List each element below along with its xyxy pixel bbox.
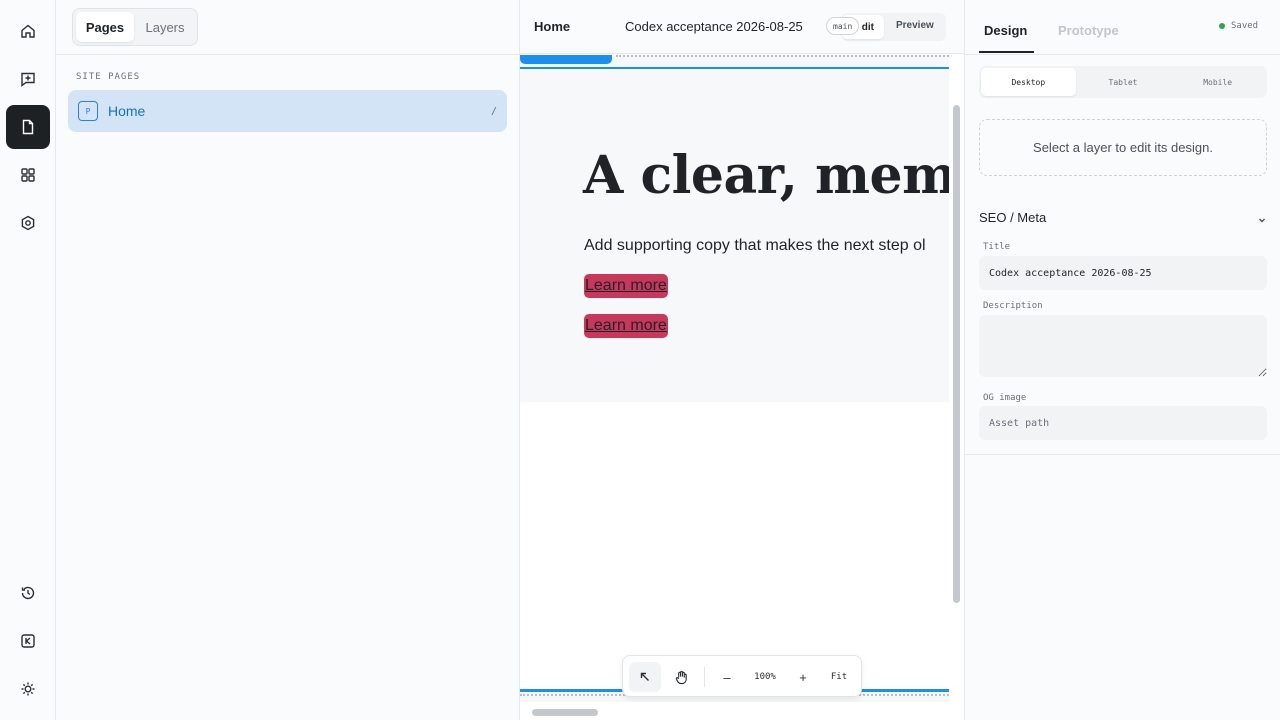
og-image-label: OG image <box>983 393 1027 403</box>
toolbar-separator <box>704 667 705 687</box>
zoom-out-button[interactable]: – <box>715 662 739 692</box>
save-status-text: Saved <box>1231 21 1259 31</box>
save-status: Saved <box>1219 21 1258 31</box>
inspector-divider <box>965 54 1280 55</box>
learn-more-button[interactable]: Learn more <box>584 274 668 298</box>
page-row-home[interactable]: P Home / <box>68 90 507 132</box>
horizontal-scrollbar[interactable] <box>532 709 598 716</box>
page-badge-icon: P <box>78 101 98 121</box>
tab-pages[interactable]: Pages <box>76 12 134 42</box>
seo-description-input[interactable] <box>979 315 1267 377</box>
learn-more-button-secondary[interactable]: Learn more <box>584 314 668 338</box>
seo-title-input[interactable] <box>979 256 1267 290</box>
hero-heading[interactable]: A clear, memo <box>583 145 949 206</box>
canvas-topbar: Home Codex acceptance 2026-08-25 dit Pre… <box>520 0 964 54</box>
vertical-scrollbar[interactable] <box>953 105 960 603</box>
panel-divider <box>56 54 520 55</box>
seo-description-label: Description <box>983 301 1043 311</box>
rail-history-button[interactable] <box>6 571 50 615</box>
canvas-area: Home Codex acceptance 2026-08-25 dit Pre… <box>520 0 964 720</box>
home-icon <box>21 24 35 38</box>
zoom-toolbar: – 100% + Fit <box>622 655 862 697</box>
app-window: Pages Layers SITE PAGES P Home / Home Co… <box>0 0 1280 720</box>
rail-pages-button[interactable] <box>6 105 50 149</box>
inspector-divider <box>965 454 1280 455</box>
empty-selection-message: Select a layer to edit its design. <box>979 119 1267 176</box>
page-name: Home <box>108 103 146 119</box>
og-image-input[interactable] <box>979 406 1267 440</box>
rail-theme-button[interactable] <box>6 667 50 711</box>
pages-layers-switch: Pages Layers <box>72 8 198 46</box>
hand-icon <box>675 670 687 684</box>
shortcut-k-icon <box>21 634 35 648</box>
rail-comment-button[interactable] <box>6 57 50 101</box>
device-tablet-button[interactable]: Tablet <box>1076 68 1171 96</box>
rail-settings-button[interactable] <box>6 201 50 245</box>
tab-prototype[interactable]: Prototype <box>1058 23 1119 38</box>
site-pages-label: SITE PAGES <box>76 72 141 82</box>
left-rail <box>0 0 56 720</box>
settings-hex-icon <box>21 215 35 231</box>
inspector-panel: Design Prototype Saved Desktop Tablet Mo… <box>964 0 1280 720</box>
active-tab-indicator <box>979 51 1034 53</box>
frame-label-tab[interactable] <box>520 55 612 64</box>
select-tool-button[interactable] <box>629 662 661 692</box>
seo-title-label: Title <box>983 242 1011 252</box>
status-dot-icon <box>1219 23 1225 29</box>
arrow-select-icon <box>640 672 649 681</box>
page-path: / <box>490 105 497 117</box>
branch-badge[interactable]: main <box>826 17 860 35</box>
rail-shortcuts-button[interactable] <box>6 619 50 663</box>
pages-panel: Pages Layers SITE PAGES P Home / <box>56 0 520 720</box>
zoom-level[interactable]: 100% <box>747 662 783 692</box>
page-icon <box>22 119 34 135</box>
history-icon <box>21 586 35 600</box>
rail-home-button[interactable] <box>6 9 50 53</box>
device-desktop-button[interactable]: Desktop <box>981 68 1076 96</box>
document-title: Codex acceptance 2026-08-25 <box>625 19 803 34</box>
hand-tool-button[interactable] <box>665 662 697 692</box>
zoom-fit-button[interactable]: Fit <box>823 662 855 692</box>
tab-design[interactable]: Design <box>984 23 1027 38</box>
ruler-dots <box>616 55 949 57</box>
preview-mode-button[interactable]: Preview <box>896 20 934 31</box>
tab-layers[interactable]: Layers <box>136 12 194 42</box>
rail-components-button[interactable] <box>6 153 50 197</box>
hero-frame[interactable]: A clear, memo Add supporting copy that m… <box>520 69 949 402</box>
seo-section-header[interactable]: SEO / Meta <box>979 210 1046 225</box>
chevron-down-icon[interactable] <box>1257 215 1267 225</box>
device-mobile-button[interactable]: Mobile <box>1170 68 1265 96</box>
components-icon <box>21 168 35 182</box>
hero-copy[interactable]: Add supporting copy that makes the next … <box>584 237 926 255</box>
device-switch: Desktop Tablet Mobile <box>979 66 1267 98</box>
theme-sun-icon <box>21 682 35 696</box>
current-page-title: Home <box>534 19 571 34</box>
zoom-in-button[interactable]: + <box>791 662 815 692</box>
comment-plus-icon <box>21 72 35 87</box>
